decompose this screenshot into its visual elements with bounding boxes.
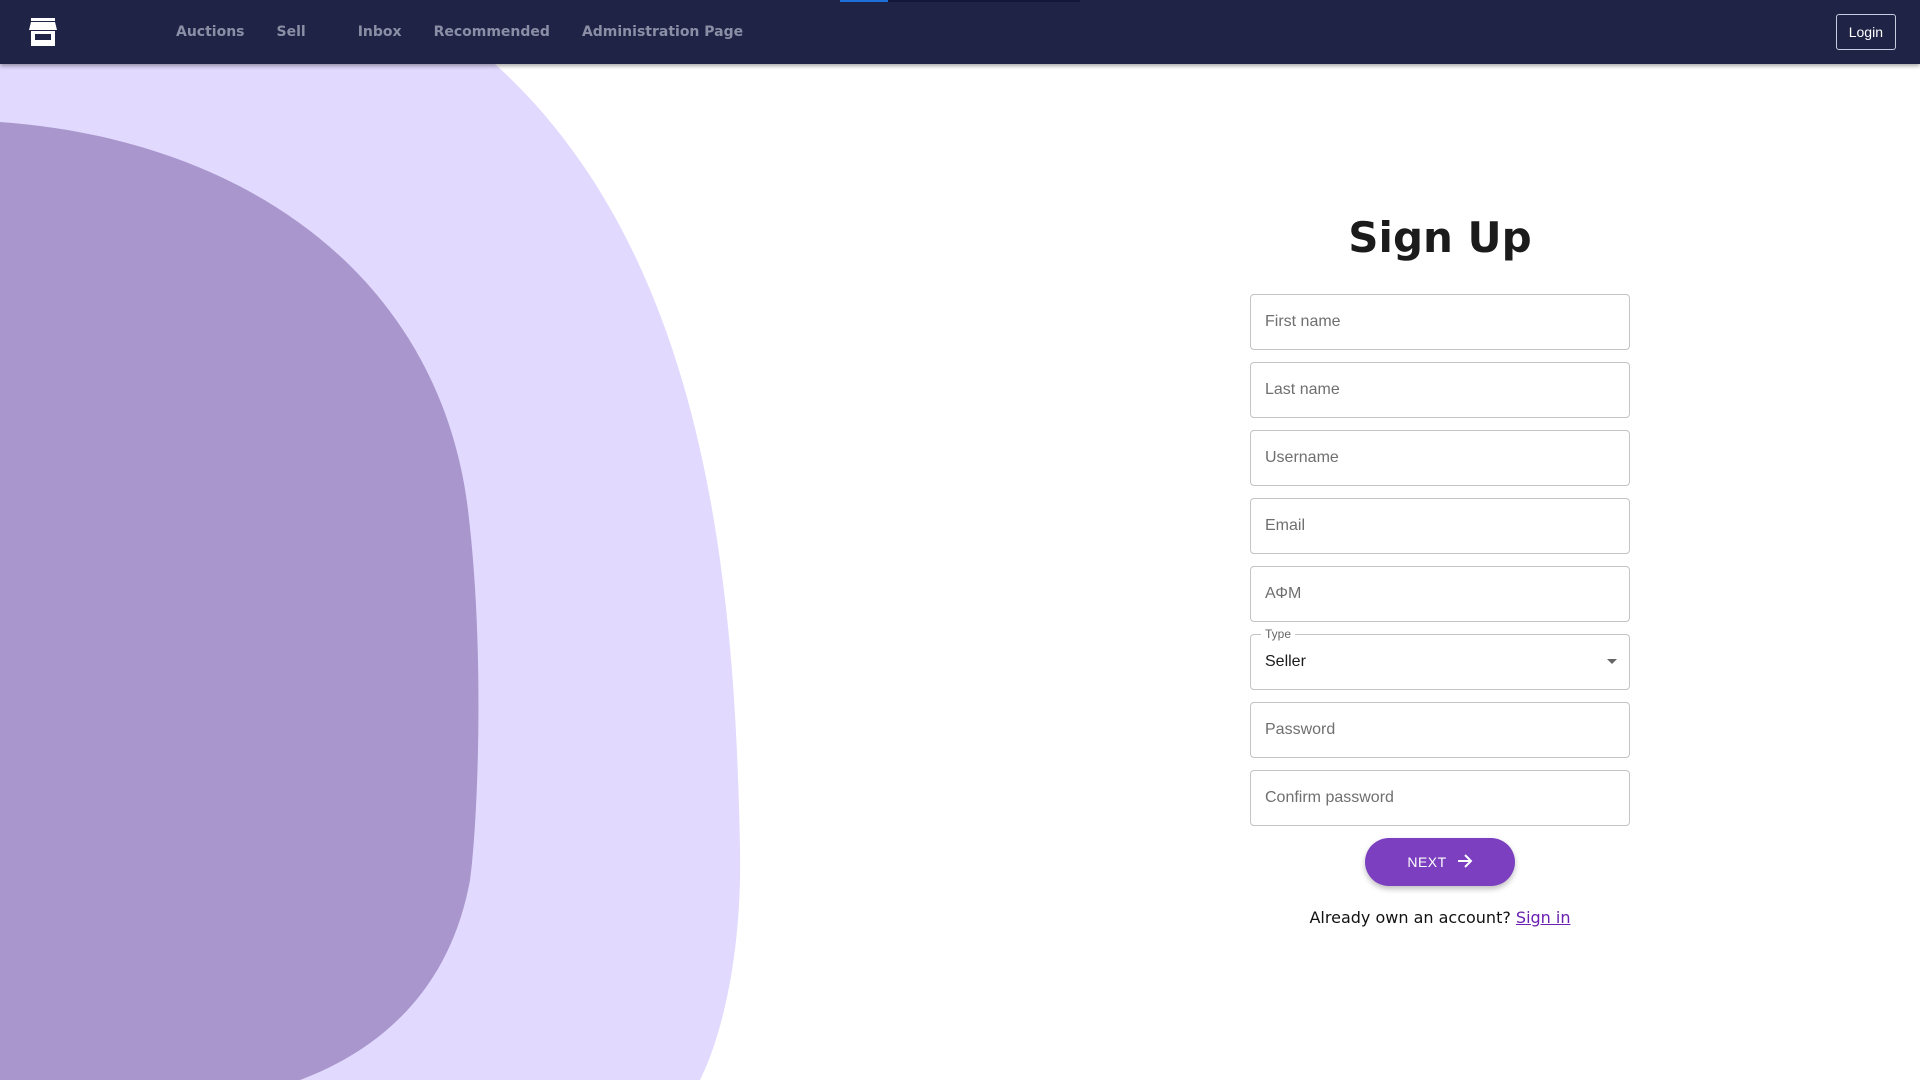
- account-prompt: Already own an account?: [1309, 908, 1511, 927]
- nav-item-inbox[interactable]: Inbox: [342, 24, 418, 40]
- nav-item-administration[interactable]: Administration Page: [566, 24, 759, 40]
- nav-links: Auctions Sell Inbox Recommended Administ…: [160, 0, 759, 64]
- afm-field: [1250, 566, 1630, 622]
- last-name-input[interactable]: [1251, 363, 1629, 417]
- nav-item-sell[interactable]: Sell: [261, 24, 342, 40]
- login-button[interactable]: Login: [1835, 14, 1896, 50]
- store-icon[interactable]: [28, 18, 58, 46]
- page-title: Sign Up: [1348, 213, 1532, 262]
- caret-down-icon: [1607, 659, 1617, 664]
- top-navbar: Auctions Sell Inbox Recommended Administ…: [0, 0, 1920, 64]
- first-name-input[interactable]: [1251, 295, 1629, 349]
- type-value: Seller: [1265, 653, 1306, 670]
- signin-link[interactable]: Sign in: [1516, 908, 1571, 927]
- type-select[interactable]: Type Seller: [1250, 627, 1630, 690]
- nav-item-recommended[interactable]: Recommended: [418, 24, 566, 40]
- email-input[interactable]: [1251, 499, 1629, 553]
- loading-indicator: [840, 0, 1080, 2]
- confirm-password-field: [1250, 770, 1630, 826]
- signup-form: Sign Up Type Seller NEXT Already own an …: [1250, 200, 1630, 927]
- next-button[interactable]: NEXT: [1365, 838, 1515, 886]
- afm-input[interactable]: [1251, 567, 1629, 621]
- password-field: [1250, 702, 1630, 758]
- next-button-label: NEXT: [1407, 854, 1447, 870]
- decorative-blob: [0, 64, 741, 1080]
- password-input[interactable]: [1251, 703, 1629, 757]
- username-input[interactable]: [1251, 431, 1629, 485]
- arrow-right-icon: [1457, 853, 1473, 871]
- username-field: [1250, 430, 1630, 486]
- first-name-field: [1250, 294, 1630, 350]
- email-field: [1250, 498, 1630, 554]
- confirm-password-input[interactable]: [1251, 771, 1629, 825]
- last-name-field: [1250, 362, 1630, 418]
- nav-item-auctions[interactable]: Auctions: [160, 24, 261, 40]
- signin-row: Already own an account? Sign in: [1250, 908, 1630, 927]
